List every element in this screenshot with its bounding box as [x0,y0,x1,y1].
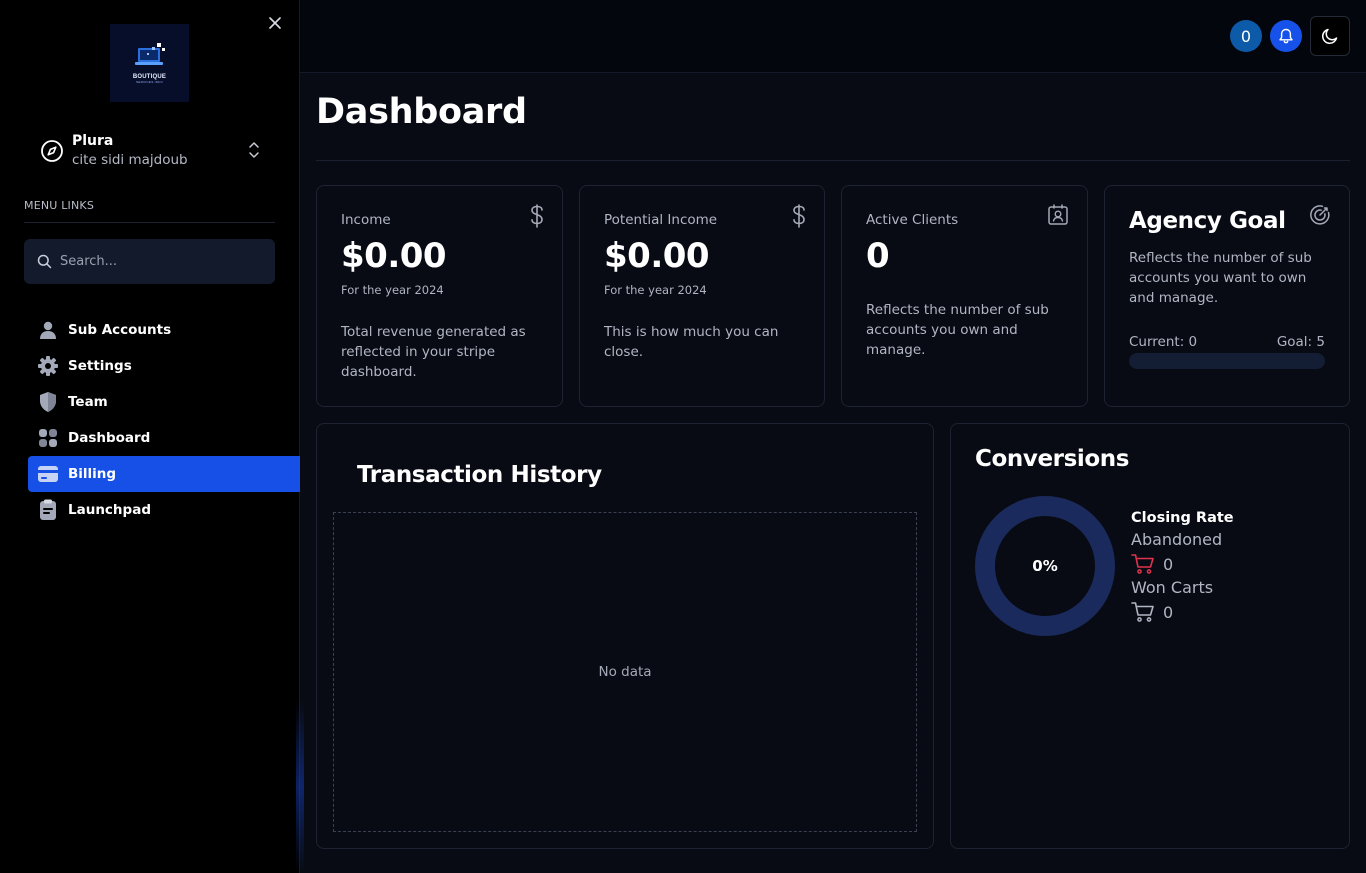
potential-income-card: Potential Income $0.00 For the year 2024… [579,185,825,407]
potential-income-label: Potential Income [604,212,718,228]
dollar-icon [793,204,805,228]
agency-logo: BOUTIQUE SERVICES INFO [110,24,189,102]
sidebar-item-launchpad[interactable]: Launchpad [28,492,300,528]
goal-current: Current: 0 [1129,334,1198,350]
moon-icon [1322,28,1338,44]
income-period: For the year 2024 [341,283,444,297]
sidebar: BOUTIQUE SERVICES INFO Plura cite sidi m… [0,0,304,873]
abandoned-label: Abandoned [1131,530,1223,549]
agency-goal-description: Reflects the number of sub accounts you … [1129,250,1312,306]
goal-target-icon [1310,205,1330,225]
active-clients-card: Active Clients 0 Reflects the number of … [841,185,1088,407]
transaction-chart-empty: No data [333,512,917,832]
conversions-card: Conversions 0% Closing Rate Abandoned 0 … [950,423,1350,849]
conversions-title: Conversions [975,446,1130,472]
notifications-button[interactable] [1270,20,1302,52]
abandoned-count: 0 [1163,554,1174,574]
title-divider [316,160,1350,161]
credit-card-icon [37,463,59,485]
theme-toggle-button[interactable] [1310,16,1350,56]
sidebar-item-label: Launchpad [68,502,151,518]
conversion-rate-value: 0% [1032,557,1058,575]
sidebar-edge-glow [296,700,304,873]
bell-icon [1279,28,1293,44]
contact-icon [1048,204,1068,225]
sidebar-item-label: Dashboard [68,430,151,446]
no-data-text: No data [598,664,652,680]
page-title: Dashboard [316,92,527,132]
closing-rate-label: Closing Rate [1131,510,1234,526]
search-input[interactable] [60,254,250,269]
income-description: Total revenue generated as reflected in … [341,324,526,380]
transaction-history-title: Transaction History [357,462,602,488]
potential-income-period: For the year 2024 [604,283,707,297]
goal-progress-labels: Current: 0 Goal: 5 [1129,334,1325,350]
logo-subtext: SERVICES INFO [135,80,164,84]
shopping-cart-icon [1131,602,1154,622]
account-subtitle: cite sidi majdoub [72,152,188,168]
income-label: Income [341,212,391,228]
active-clients-label: Active Clients [866,212,959,228]
close-sidebar-button[interactable] [266,14,284,32]
sidebar-item-label: Billing [68,466,117,482]
conversion-legend: Closing Rate Abandoned 0 Won Carts 0 [1131,508,1234,624]
search-icon [37,254,52,269]
sidebar-item-team[interactable]: Team [28,384,300,420]
goal-target: Goal: 5 [1276,334,1325,350]
dollar-icon [531,204,543,228]
laptop-logo-icon [134,43,165,65]
won-carts-count: 0 [1163,602,1174,622]
active-clients-description: Reflects the number of sub accounts you … [866,302,1049,358]
top-bar: 0 [300,0,1366,73]
compass-icon [41,140,63,162]
won-carts-label: Won Carts [1131,578,1214,597]
sidebar-item-label: Team [68,394,108,410]
chevrons-up-down-icon [249,142,259,158]
income-value: $0.00 [341,236,447,276]
sidebar-item-billing[interactable]: Billing [28,456,300,492]
transaction-history-card: Transaction History No data [316,423,934,849]
potential-income-value: $0.00 [604,236,710,276]
potential-income-description: This is how much you can close. [604,324,779,360]
grid-icon [37,427,59,449]
account-name: Plura [72,133,114,149]
sidebar-search[interactable] [24,239,275,284]
close-icon [269,17,281,29]
shield-icon [37,391,59,413]
sidebar-nav: Sub Accounts Settings Team Dashboard Bil… [28,312,300,528]
agency-goal-title: Agency Goal [1129,208,1286,234]
account-switcher[interactable]: Plura cite sidi majdoub [24,124,274,178]
goal-progress-bar [1129,353,1325,369]
income-card: Income $0.00 For the year 2024 Total rev… [316,185,563,407]
sidebar-item-label: Sub Accounts [68,322,172,338]
notification-count-badge[interactable]: 0 [1230,20,1262,52]
menu-links-heading: MENU LINKS [24,199,275,223]
abandoned-row: 0 [1131,552,1234,576]
clipboard-icon [37,499,59,521]
sidebar-item-settings[interactable]: Settings [28,348,300,384]
won-carts-row: 0 [1131,600,1234,624]
gear-icon [37,355,59,377]
shopping-cart-icon [1131,554,1154,574]
sidebar-item-label: Settings [68,358,132,374]
sidebar-item-sub-accounts[interactable]: Sub Accounts [28,312,300,348]
agency-goal-card: Agency Goal Reflects the number of sub a… [1104,185,1350,407]
active-clients-value: 0 [866,236,890,276]
sidebar-item-dashboard[interactable]: Dashboard [28,420,300,456]
user-icon [37,319,59,341]
